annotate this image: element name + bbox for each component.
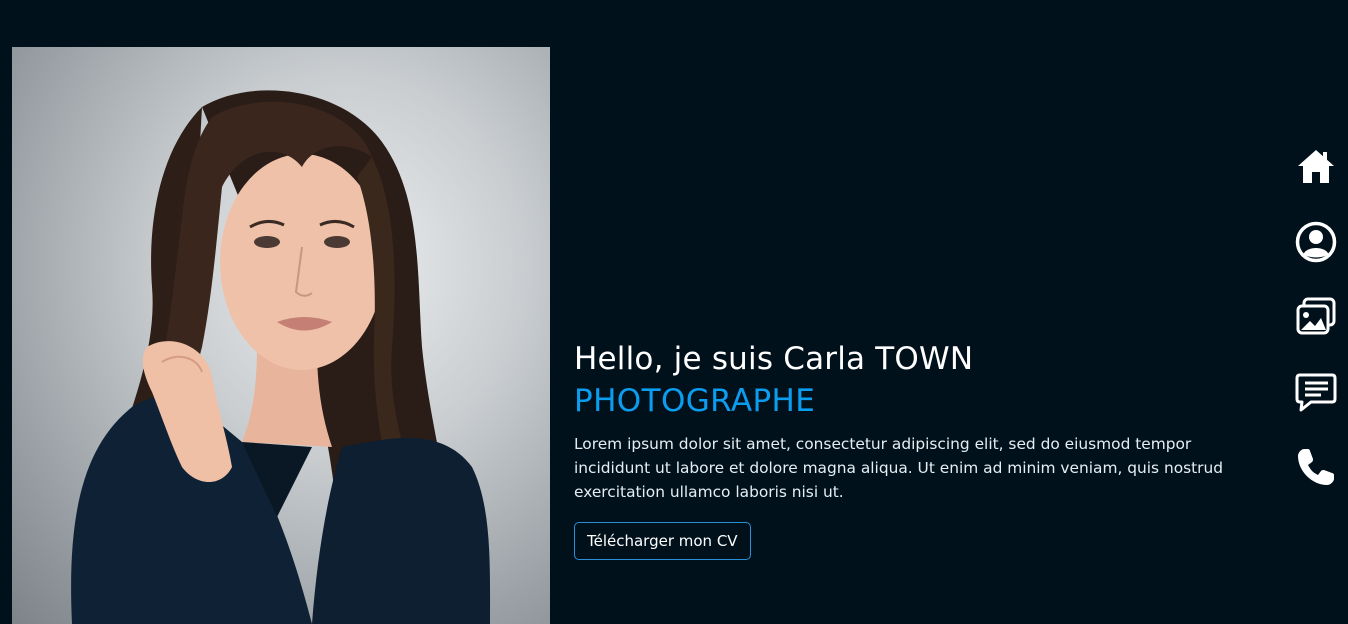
page: Hello, je suis Carla TOWN PHOTOGRAPHE Lo… <box>0 0 1348 624</box>
nav-item-contact[interactable] <box>1292 446 1340 490</box>
side-nav <box>1292 146 1340 521</box>
nav-item-home[interactable] <box>1292 146 1340 190</box>
user-circle-icon <box>1295 221 1337 263</box>
portrait-image <box>12 47 550 624</box>
nav-item-messages[interactable] <box>1292 371 1340 415</box>
hero-bio: Lorem ipsum dolor sit amet, consectetur … <box>574 435 1224 501</box>
images-icon <box>1296 297 1336 335</box>
hero-greeting: Hello, je suis Carla TOWN <box>574 341 974 377</box>
hero-text: Hello, je suis Carla TOWN PHOTOGRAPHE Lo… <box>574 338 1234 560</box>
nav-item-gallery[interactable] <box>1292 296 1340 340</box>
hero-role: PHOTOGRAPHE <box>574 383 816 419</box>
portrait-illustration <box>71 90 491 624</box>
phone-icon <box>1298 449 1334 485</box>
message-icon <box>1295 373 1337 412</box>
nav-item-about[interactable] <box>1292 221 1340 265</box>
download-cv-button[interactable]: Télécharger mon CV <box>574 522 751 560</box>
home-icon <box>1298 150 1334 183</box>
